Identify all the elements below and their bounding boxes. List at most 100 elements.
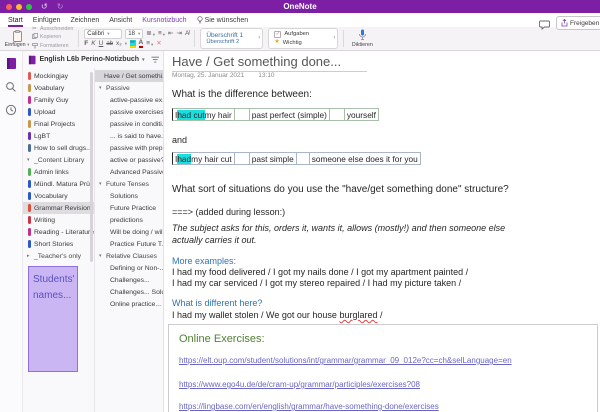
conjunction-line[interactable]: and	[172, 135, 187, 145]
example-table-1[interactable]: I had cut my hair past perfect (simple) …	[172, 108, 379, 121]
tag-todo[interactable]: ✓Aufgaben	[274, 30, 329, 38]
numbered-list-button[interactable]: ≡▾	[158, 31, 165, 38]
underline-button[interactable]: U	[99, 41, 104, 48]
notebook-header[interactable]: English L6b Perino-Notizbuch ▾	[23, 51, 163, 68]
bullet-list-button[interactable]: ≣▾	[146, 31, 155, 38]
undo-icon[interactable]: ↺	[41, 0, 48, 13]
table-cell[interactable]: past simple	[250, 152, 297, 165]
paste-button[interactable]: Einfügen ▾	[5, 30, 29, 48]
section-item[interactable]: Grammar Revision	[23, 202, 94, 214]
section-group[interactable]: ▾_Content Library	[23, 154, 94, 166]
comments-icon[interactable]	[539, 17, 550, 35]
dictate-button[interactable]: Diktieren	[349, 29, 375, 48]
section-item[interactable]: Vocabulary	[23, 190, 94, 202]
styles-gallery[interactable]: Überschrift 1 Überschrift 2 ›	[200, 28, 263, 49]
example-table-2[interactable]: I had my hair cut past simple someone el…	[172, 152, 421, 165]
close-window-button[interactable]	[6, 4, 12, 10]
page-item[interactable]: predictions	[95, 214, 163, 226]
paragraph-options-button[interactable]: ≡▾	[146, 41, 153, 48]
subscript-button[interactable]: x₂	[116, 41, 122, 48]
table-cell[interactable]: someone else does it for you	[310, 152, 421, 165]
share-button[interactable]: Freigeben	[556, 16, 600, 30]
section-item[interactable]: Mündl. Matura Prü...	[23, 178, 94, 190]
table-cell-empty[interactable]	[297, 152, 310, 165]
indent-button[interactable]: ⇥	[177, 31, 182, 38]
page-item[interactable]: passive with prep...	[95, 142, 163, 154]
explanation-line[interactable]: actually carries it out.	[172, 235, 257, 245]
exercise-link[interactable]: https://www.ego4u.de/de/cram-up/grammar/…	[179, 380, 420, 389]
menu-tab-ansicht[interactable]: Ansicht	[109, 13, 132, 27]
table-cell-empty[interactable]	[235, 152, 250, 165]
font-color-button[interactable]: A	[139, 40, 144, 49]
page-item[interactable]: Will be doing / wil...	[95, 226, 163, 238]
recent-notes-icon[interactable]	[5, 104, 17, 116]
menu-tab-einf-gen[interactable]: Einfügen	[33, 13, 61, 27]
search-icon[interactable]	[5, 81, 17, 93]
notebooks-icon[interactable]	[5, 57, 18, 70]
question-line[interactable]: What sort of situations do you use the "…	[172, 184, 509, 195]
style-heading2[interactable]: Überschrift 2	[206, 39, 254, 45]
page-item[interactable]: active-passive ex...	[95, 94, 163, 106]
exercise-link[interactable]: https://elt.oup.com/student/solutions/in…	[179, 356, 512, 365]
page-item[interactable]: passive in conditi...	[95, 118, 163, 130]
page-item[interactable]: active or passive?	[95, 154, 163, 166]
page-item[interactable]: ... is said to have...	[95, 130, 163, 142]
table-cell-empty[interactable]	[330, 108, 345, 121]
page-group[interactable]: ▾Passive	[95, 82, 163, 94]
zoom-window-button[interactable]	[26, 4, 32, 10]
filter-icon[interactable]	[151, 56, 159, 64]
bold-button[interactable]: F	[84, 41, 88, 48]
outdent-button[interactable]: ⇤	[168, 31, 173, 38]
section-group[interactable]: ▸_Teacher's only	[23, 250, 94, 262]
section-item[interactable]: Writing	[23, 214, 94, 226]
table-cell[interactable]: I had cut my hair	[172, 108, 235, 121]
section-item[interactable]: Final Projects	[23, 118, 94, 130]
delete-button[interactable]: ✕	[156, 41, 161, 48]
section-item[interactable]: Family Guy	[23, 94, 94, 106]
page-item[interactable]: Online practice...	[95, 298, 163, 310]
highlight-color-button[interactable]: ✏	[130, 40, 135, 49]
page-group[interactable]: ▾Future Tenses	[95, 178, 163, 190]
page-item[interactable]: Defining or Non-...	[95, 262, 163, 274]
clear-formatting-button[interactable]: A̸	[185, 31, 189, 38]
minimize-window-button[interactable]	[16, 4, 22, 10]
explanation-line[interactable]: The subject asks for this, orders it, wa…	[172, 223, 505, 233]
page-group[interactable]: ▾Relative Clauses	[95, 250, 163, 262]
example-line[interactable]: I had my food delivered / I got my nails…	[172, 267, 468, 277]
section-item[interactable]: Voabulary	[23, 82, 94, 94]
wallet-example-line[interactable]: I had my wallet stolen / We got our hous…	[172, 310, 382, 320]
exercise-link[interactable]: https://lingbase.com/en/english/grammar/…	[179, 402, 439, 411]
section-item[interactable]: Admin links	[23, 166, 94, 178]
cut-button[interactable]: ✂Ausschneiden	[32, 26, 73, 32]
page-item[interactable]: Have / Get somethi...	[95, 70, 163, 82]
section-item[interactable]: How to sell drugs...	[23, 142, 94, 154]
style-heading1[interactable]: Überschrift 1	[206, 32, 254, 39]
table-cell[interactable]: yourself	[345, 108, 379, 121]
section-item[interactable]: Short Stories	[23, 238, 94, 250]
page-canvas[interactable]: Have / Get something done... Montag, 25.…	[164, 51, 600, 412]
question-line[interactable]: What is the difference between:	[172, 89, 312, 100]
menu-tab-start[interactable]: Start	[8, 13, 23, 27]
difference-header[interactable]: What is different here?	[172, 298, 262, 308]
more-examples-header[interactable]: More examples:	[172, 256, 236, 266]
section-item[interactable]: Upload	[23, 106, 94, 118]
online-exercises-container[interactable]: Online Exercises: https://elt.oup.com/st…	[168, 324, 598, 412]
page-item[interactable]: Practice Future T...	[95, 238, 163, 250]
page-item[interactable]: Advanced Passive	[95, 166, 163, 178]
page-item[interactable]: Challenges...	[95, 274, 163, 286]
page-item[interactable]: Solutions	[95, 190, 163, 202]
page-item[interactable]: Challenges... Solu...	[95, 286, 163, 298]
gallery-arrow-icon[interactable]: ›	[258, 35, 260, 41]
strikethrough-button[interactable]: ab	[106, 41, 113, 47]
example-line[interactable]: I had my car serviced / I got my stereo …	[172, 278, 461, 288]
menu-tab-sie-w-nschen[interactable]: Sie wünschen	[197, 13, 249, 27]
section-item[interactable]: LgBT	[23, 130, 94, 142]
font-name-select[interactable]: Calibri▾	[84, 29, 122, 39]
table-cell-empty[interactable]	[235, 108, 250, 121]
format-painter-button[interactable]: Formatieren	[32, 43, 73, 51]
table-cell[interactable]: past perfect (simple)	[250, 108, 330, 121]
tag-important[interactable]: ★Wichtig	[274, 38, 329, 46]
page-title[interactable]: Have / Get something done...	[172, 54, 367, 72]
students-names-note[interactable]: Students' names...	[28, 266, 78, 372]
sections-scrollbar[interactable]	[90, 72, 93, 262]
